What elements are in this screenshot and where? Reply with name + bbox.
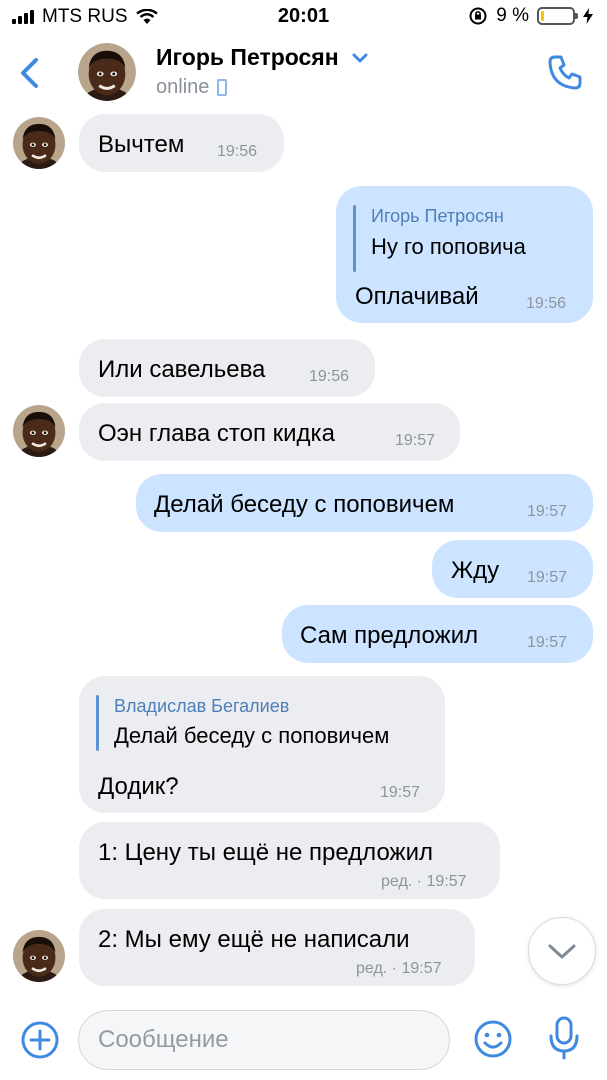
sender-avatar[interactable] — [13, 930, 65, 982]
reply-indicator — [96, 695, 99, 751]
contact-status-text: online — [156, 76, 210, 98]
attach-button[interactable] — [20, 1020, 60, 1060]
status-bar: MTS RUS 20:01 9 % — [0, 0, 607, 34]
reply-author: Владислав Бегалиев — [114, 696, 290, 716]
battery-percent: 9 % — [496, 5, 529, 26]
chat-header: Игорь Петросян online — [0, 34, 607, 112]
message-text: Вычтем — [98, 131, 185, 158]
emoji-icon — [474, 1020, 512, 1058]
message-input[interactable] — [78, 1010, 450, 1070]
battery-level — [541, 11, 544, 21]
contact-avatar[interactable] — [78, 43, 136, 101]
back-button[interactable] — [14, 50, 46, 96]
chevron-down-icon — [352, 53, 368, 62]
message-time: 19:57 — [527, 569, 568, 586]
message-text: 2: Мы ему ещё не написали — [98, 926, 410, 953]
message-time: 19:56 — [217, 143, 258, 160]
message-bubble-outgoing[interactable]: Игорь Петросян Ну го поповича Оплачивай … — [336, 186, 593, 323]
status-right: 9 % — [468, 5, 593, 27]
message-bubble-outgoing[interactable]: Делай беседу с поповичем 19:57 — [136, 474, 593, 532]
message-composer — [0, 1002, 607, 1080]
message-time: 19:56 — [309, 368, 350, 385]
orientation-lock-icon — [469, 7, 487, 25]
message-time: 19:57 — [527, 503, 568, 520]
chevron-down-icon — [548, 944, 576, 959]
sender-avatar[interactable] — [13, 117, 65, 169]
reply-text: Делай беседу с поповичем — [114, 723, 390, 748]
emoji-button[interactable] — [473, 1019, 513, 1059]
message-time: 19:57 — [380, 784, 421, 801]
message-time: ред. · 19:57 — [356, 960, 442, 977]
back-arrow-icon — [21, 58, 38, 88]
message-bubble-incoming[interactable]: Владислав Бегалиев Делай беседу с попови… — [79, 676, 445, 813]
message-text: Делай беседу с поповичем — [154, 491, 455, 518]
message-text: Додик? — [98, 773, 179, 800]
message-text: Оплачивай — [355, 283, 479, 310]
plus-circle-icon — [21, 1021, 59, 1059]
voice-message-button[interactable] — [546, 1015, 582, 1061]
reply-text: Ну го поповича — [371, 234, 526, 259]
message-time: ред. · 19:57 — [381, 873, 467, 890]
message-text: Оэн глава стоп кидка — [98, 420, 335, 447]
contact-name[interactable]: Игорь Петросян — [156, 44, 369, 71]
reply-indicator — [353, 205, 356, 272]
message-bubble-incoming[interactable]: Или савельева 19:56 — [79, 339, 375, 397]
message-bubble-outgoing[interactable]: Жду 19:57 — [432, 540, 593, 598]
phone-icon — [548, 55, 582, 90]
message-bubble-incoming[interactable]: 1: Цену ты ещё не предложил ред. · 19:57 — [79, 822, 500, 899]
reply-author: Игорь Петросян — [371, 206, 504, 226]
message-bubble-outgoing[interactable]: Сам предложил 19:57 — [282, 605, 593, 663]
battery-icon — [537, 7, 578, 25]
contact-name-text: Игорь Петросян — [156, 44, 339, 70]
message-bubble-incoming[interactable]: Оэн глава стоп кидка 19:57 — [79, 403, 460, 461]
message-time: 19:56 — [526, 295, 567, 312]
message-time: 19:57 — [527, 634, 568, 651]
call-button[interactable] — [545, 52, 585, 92]
message-text: Или савельева — [98, 356, 266, 383]
message-text: Жду — [451, 557, 500, 584]
message-time: 19:57 — [395, 432, 436, 449]
sender-avatar[interactable] — [13, 405, 65, 457]
scroll-down-button[interactable] — [528, 917, 596, 985]
message-bubble-incoming[interactable]: 2: Мы ему ещё не написали ред. · 19:57 — [79, 909, 475, 986]
mobile-icon — [217, 79, 228, 96]
message-text: Сам предложил — [300, 622, 479, 649]
message-bubble-incoming[interactable]: Вычтем 19:56 — [79, 114, 284, 172]
contact-status: online — [156, 76, 228, 99]
message-text: 1: Цену ты ещё не предложил — [98, 839, 433, 866]
charging-icon — [583, 8, 593, 24]
microphone-icon — [549, 1016, 579, 1060]
